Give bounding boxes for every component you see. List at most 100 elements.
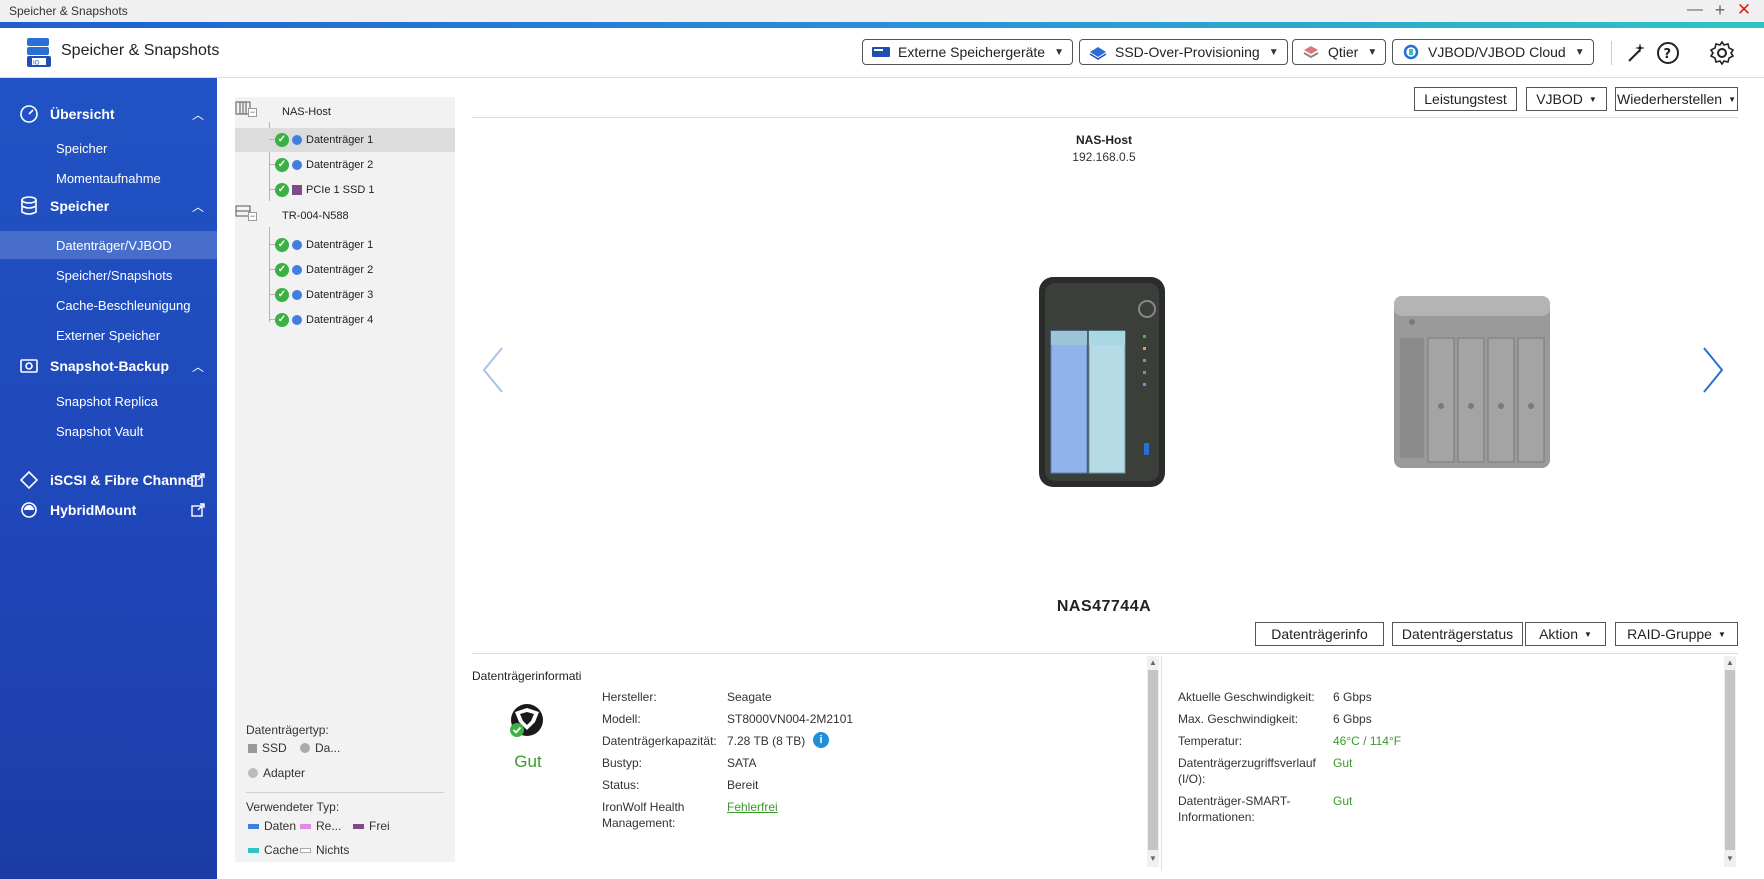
scroll-up-icon[interactable]: ▲ <box>1724 658 1736 667</box>
tree-node-label: Datenträger 1 <box>306 239 374 251</box>
external-storage-button[interactable]: Externe Speichergeräte ▼ <box>862 39 1073 65</box>
bus-type-value: SATA <box>727 756 757 770</box>
info-right-scrollbar[interactable]: ▲ ▼ <box>1724 656 1736 867</box>
external-storage-icon <box>872 47 890 57</box>
tree-node-label: NAS-Host <box>282 106 331 118</box>
chevron-up-icon: ︿ <box>192 107 205 122</box>
ok-check-icon: ✓ <box>275 158 289 172</box>
disk-info-button[interactable]: Datenträgerinfo <box>1255 622 1384 646</box>
button-label: Leistungstest <box>1424 91 1507 107</box>
legend-divider <box>246 792 444 793</box>
sidebar-item-label: Snapshot Replica <box>56 393 158 409</box>
current-speed-label: Aktuelle Geschwindigkeit: <box>1178 690 1315 704</box>
chevron-down-icon: ▼ <box>1268 46 1279 58</box>
minimize-icon[interactable]: — <box>1686 1 1704 19</box>
tree-node-pcie-ssd[interactable]: ✓ PCIe 1 SSD 1 <box>235 178 455 202</box>
legend-label: Nichts <box>316 843 350 857</box>
ok-check-icon: ✓ <box>275 313 289 327</box>
next-arrow-icon[interactable] <box>1700 346 1726 394</box>
scroll-up-icon[interactable]: ▲ <box>1147 658 1159 667</box>
scroll-down-icon[interactable]: ▼ <box>1724 854 1736 863</box>
info-icon[interactable]: i <box>813 732 829 748</box>
scroll-thumb[interactable] <box>1725 670 1735 850</box>
close-icon[interactable]: ✕ <box>1735 1 1753 19</box>
tree-node-nas-host[interactable]: − NAS-Host <box>235 101 455 125</box>
scroll-thumb[interactable] <box>1148 670 1158 850</box>
sidebar-section-label: Snapshot-Backup <box>50 358 170 374</box>
sidebar-item-speicher[interactable]: Speicher <box>0 134 217 162</box>
tree-node-disk[interactable]: ✓ Datenträger 1 <box>235 128 455 152</box>
help-icon[interactable]: ? <box>1656 41 1680 65</box>
sidebar-item-label: Speicher/Snapshots <box>56 267 173 283</box>
sidebar-item-momentaufnahme[interactable]: Momentaufnahme <box>0 164 217 192</box>
chevron-down-icon: ▼ <box>1367 46 1378 58</box>
sidebar-link-hybridmount[interactable]: HybridMount <box>0 496 217 524</box>
tr-004-enclosure-image[interactable] <box>1392 294 1552 470</box>
tree-node-disk[interactable]: ✓ Datenträger 3 <box>235 283 455 307</box>
sidebar-section-overview[interactable]: Übersicht ︿ <box>0 100 217 128</box>
access-history-value: Gut <box>1333 756 1353 770</box>
enclosure-ip: 192.168.0.5 <box>1072 150 1136 164</box>
maximize-icon[interactable]: + <box>1711 1 1729 19</box>
performance-test-button[interactable]: Leistungstest <box>1414 87 1517 111</box>
enclosure-name: NAS-Host <box>1076 133 1132 147</box>
max-speed-value: 6 Gbps <box>1333 712 1372 726</box>
tree-node-disk[interactable]: ✓ Datenträger 4 <box>235 308 455 332</box>
vjbod-dropdown-button[interactable]: VJBOD ▼ <box>1526 87 1607 111</box>
sidebar-item-snapshot-replica[interactable]: Snapshot Replica <box>0 387 217 415</box>
database-icon <box>21 196 37 215</box>
tree-node-tr-004[interactable]: − TR-004-N588 <box>235 205 455 229</box>
device-name: NAS47744A <box>1056 598 1152 615</box>
legend-label: Daten <box>264 819 297 833</box>
info-left-scrollbar[interactable]: ▲ ▼ <box>1147 656 1159 867</box>
iscsi-icon <box>19 470 39 490</box>
tree-node-disk[interactable]: ✓ Datenträger 1 <box>235 233 455 257</box>
adapter-circle-icon <box>248 768 258 778</box>
scroll-down-icon[interactable]: ▼ <box>1147 854 1159 863</box>
reserved-color-swatch <box>300 823 311 829</box>
settings-gear-icon[interactable] <box>1710 41 1734 65</box>
previous-arrow-icon[interactable] <box>480 346 506 394</box>
collapse-toggle-icon[interactable]: − <box>248 212 257 221</box>
collapse-toggle-icon[interactable]: − <box>248 108 257 117</box>
disk-status-button[interactable]: Datenträgerstatus <box>1392 622 1523 646</box>
sidebar-item-speicher-snapshots[interactable]: Speicher/Snapshots <box>0 261 217 289</box>
temperature-label: Temperatur: <box>1178 734 1243 748</box>
external-storage-label: Externe Speichergeräte <box>898 44 1046 60</box>
action-dropdown-button[interactable]: Aktion ▼ <box>1525 622 1606 646</box>
ssd-overprovisioning-button[interactable]: SSD-Over-Provisioning ▼ <box>1079 39 1288 65</box>
chevron-down-icon: ▼ <box>1717 629 1726 639</box>
sidebar: Übersicht ︿ Speicher Momentaufnahme Spei… <box>0 78 217 879</box>
sidebar-section-storage[interactable]: Speicher ︿ <box>0 192 217 220</box>
nas-device-image[interactable] <box>1037 275 1167 489</box>
sidebar-item-datentraeger-vjbod[interactable]: Datenträger/VJBOD <box>0 231 217 259</box>
sidebar-item-cache-beschleunigung[interactable]: Cache-Beschleunigung <box>0 291 217 319</box>
ironwolf-health-link[interactable]: Fehlerfrei <box>727 799 778 815</box>
legend-free: Frei <box>353 819 390 833</box>
max-speed-label: Max. Geschwindigkeit: <box>1178 712 1299 726</box>
model-value: ST8000VN004-2M2101 <box>727 712 854 726</box>
ironwolf-health-icon <box>510 704 543 737</box>
sidebar-link-iscsi[interactable]: iSCSI & Fibre Channel <box>0 466 217 494</box>
data-disk-dot-icon <box>292 240 302 250</box>
tree-node-disk[interactable]: ✓ Datenträger 2 <box>235 153 455 177</box>
raid-group-dropdown-button[interactable]: RAID-Gruppe ▼ <box>1615 622 1738 646</box>
restore-dropdown-button[interactable]: Wiederherstellen ▼ <box>1615 87 1738 111</box>
tree-node-disk[interactable]: ✓ Datenträger 2 <box>235 258 455 282</box>
sidebar-item-snapshot-vault[interactable]: Snapshot Vault <box>0 417 217 445</box>
chevron-up-icon: ︿ <box>192 359 205 374</box>
sidebar-section-snapshot-backup[interactable]: Snapshot-Backup ︿ <box>0 352 217 380</box>
qtier-button[interactable]: Qtier ▼ <box>1292 39 1387 65</box>
sidebar-item-externer-speicher[interactable]: Externer Speicher <box>0 321 217 349</box>
magic-wand-icon[interactable] <box>1625 41 1649 65</box>
chevron-down-icon: ▼ <box>1054 46 1064 58</box>
data-color-swatch <box>248 823 259 829</box>
vjbod-cloud-button[interactable]: VJBOD/VJBOD Cloud ▼ <box>1392 39 1594 65</box>
legend-label: SSD <box>262 741 287 755</box>
toolbar-divider <box>472 653 1738 654</box>
app-title: Speicher & Snapshots <box>61 42 220 59</box>
tree-node-label: Datenträger 4 <box>306 314 374 326</box>
window-titlebar: Speicher & Snapshots — + ✕ <box>0 0 1764 22</box>
legend-label: Re... <box>316 819 342 833</box>
data-disk-dot-icon <box>292 160 302 170</box>
